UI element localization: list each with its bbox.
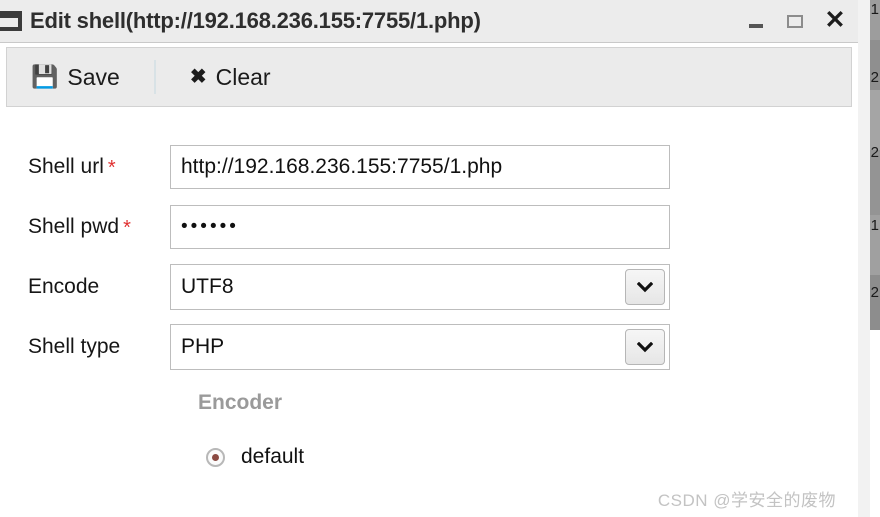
minimize-icon[interactable]	[746, 11, 766, 31]
radio-button-icon[interactable]	[206, 447, 225, 467]
encode-label-text: Encode	[28, 274, 100, 298]
shell-type-select[interactable]: PHP	[170, 324, 670, 370]
shell-form: Shell url * http://192.168.236.155:7755/1…	[0, 107, 858, 469]
toolbar: 💾 Save ✖ Clear	[6, 47, 852, 107]
form-row-encode: Encode UTF8	[0, 257, 858, 317]
encoder-group-title: Encoder	[198, 391, 283, 414]
background-digit: 1	[870, 217, 879, 234]
encoder-option-label: default	[241, 445, 305, 468]
encode-label: Encode	[0, 275, 170, 300]
window-title: Edit shell(http://192.168.236.155:7755/1…	[30, 8, 481, 33]
encode-select-value: UTF8	[181, 275, 234, 298]
clear-button[interactable]: ✖ Clear	[174, 60, 287, 95]
background-window: 1 2 2 1 2	[856, 0, 880, 517]
background-digit: 2	[870, 69, 879, 86]
edit-shell-dialog: Edit shell(http://192.168.236.155:7755/1…	[0, 0, 858, 517]
shell-type-select-value: PHP	[181, 335, 225, 358]
form-row-shell-type: Shell type PHP	[0, 317, 858, 377]
close-icon[interactable]: ✕	[824, 8, 846, 33]
maximize-icon[interactable]	[785, 11, 805, 31]
window-controls: ✕	[746, 0, 846, 42]
shell-pwd-label-text: Shell pwd	[28, 214, 120, 238]
background-digit: 2	[870, 284, 879, 301]
background-digit: 1	[870, 1, 879, 18]
save-button[interactable]: 💾 Save	[15, 60, 136, 95]
shell-pwd-label: Shell pwd *	[0, 215, 170, 240]
encode-select[interactable]: UTF8	[170, 264, 670, 310]
form-row-shell-pwd: Shell pwd * ••••••	[0, 197, 858, 257]
shell-type-label-text: Shell type	[28, 334, 121, 358]
shell-url-label: Shell url *	[0, 155, 170, 180]
window-icon	[0, 11, 22, 31]
chevron-down-icon[interactable]	[625, 329, 665, 365]
shell-url-label-text: Shell url	[28, 154, 104, 178]
background-digit: 2	[870, 144, 879, 161]
required-marker: *	[107, 156, 116, 179]
shell-type-label: Shell type	[0, 335, 170, 360]
clear-button-label: Clear	[215, 63, 271, 90]
toolbar-separator	[153, 60, 156, 94]
chevron-down-icon[interactable]	[625, 269, 665, 305]
cross-icon: ✖	[189, 66, 207, 88]
floppy-disk-icon: 💾	[31, 64, 59, 89]
form-row-shell-url: Shell url * http://192.168.236.155:7755/1…	[0, 137, 858, 197]
shell-pwd-input[interactable]: ••••••	[170, 205, 670, 249]
watermark: CSDN @学安全的废物	[657, 491, 836, 510]
encoder-group: Encoder default	[0, 391, 858, 469]
shell-url-input[interactable]: http://192.168.236.155:7755/1.php	[170, 145, 670, 189]
required-marker: *	[123, 216, 131, 239]
save-button-label: Save	[67, 63, 120, 90]
title-bar: Edit shell(http://192.168.236.155:7755/1…	[0, 0, 858, 43]
encoder-option-default[interactable]: default	[198, 445, 858, 469]
